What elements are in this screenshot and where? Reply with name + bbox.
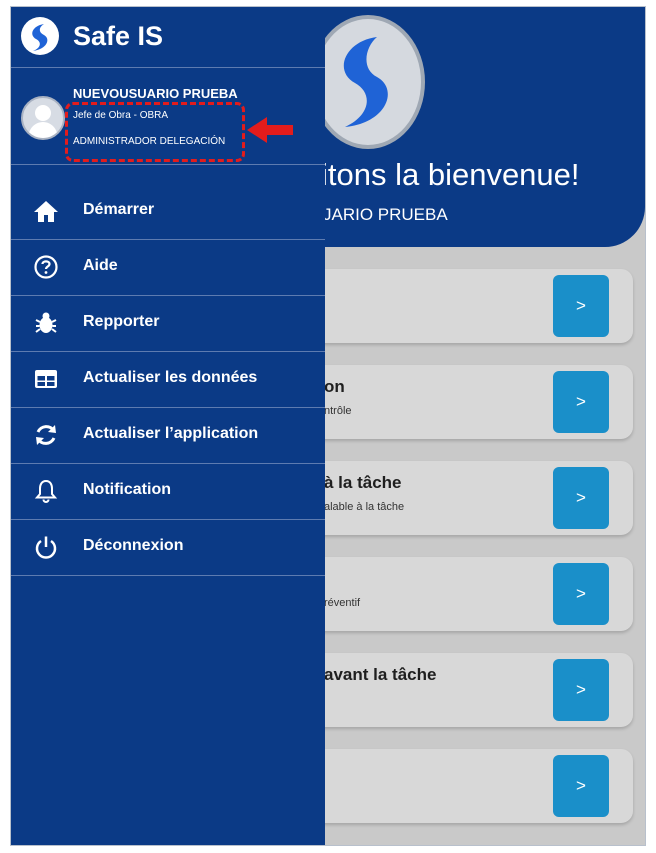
menu-item-label: Aide [83, 257, 118, 274]
card-open-button[interactable]: > [553, 755, 609, 817]
user-name: NUEVOUSUARIO PRUEBA [73, 86, 238, 101]
menu-item-label: Repporter [83, 313, 160, 330]
card-open-button[interactable]: > [553, 659, 609, 721]
menu-item-help[interactable]: Aide [11, 240, 325, 296]
menu-item-refresh-app[interactable]: Actualiser l’application [11, 408, 325, 464]
menu-item-label: Actualiser les données [83, 369, 258, 386]
card-subtitle: ntrôle [324, 405, 352, 417]
menu-item-label: Démarrer [83, 201, 155, 218]
drawer-brand: Safe IS [11, 7, 325, 68]
drawer-menu: Démarrer Aide Repporter Actualiser les d… [11, 184, 325, 576]
menu-item-label: Actualiser l’application [83, 425, 259, 442]
bell-icon [34, 479, 58, 503]
refresh-icon [36, 425, 56, 445]
navigation-drawer: Safe IS NUEVOUSUARIO PRUEBA Jefe de Obra… [11, 7, 325, 845]
card-title: avant la tâche [324, 665, 437, 684]
help-icon [34, 255, 58, 279]
app-screen: itons la bienvenue! JARIO PRUEBA > on nt… [10, 6, 646, 846]
welcome-title: itons la bienvenue! [321, 157, 580, 192]
avatar [21, 96, 65, 140]
menu-item-label: Déconnexion [83, 537, 184, 554]
menu-item-start[interactable]: Démarrer [11, 184, 325, 240]
table-icon [35, 370, 57, 388]
welcome-user-name: JARIO PRUEBA [323, 205, 448, 224]
card-open-button[interactable]: > [553, 275, 609, 337]
brand-name: Safe IS [73, 21, 164, 51]
card-open-button[interactable]: > [553, 467, 609, 529]
annotation-highlight-box [65, 102, 245, 162]
card-subtitle: alable à la tâche [324, 501, 405, 513]
card-subtitle: réventif [324, 597, 361, 609]
home-icon [34, 201, 58, 222]
app-logo [311, 15, 425, 149]
menu-item-report[interactable]: Repporter [11, 296, 325, 352]
bug-icon [35, 312, 57, 333]
menu-item-label: Notification [83, 481, 171, 498]
brand-logo-icon [21, 17, 59, 55]
card-title: on [324, 377, 345, 396]
menu-item-notification[interactable]: Notification [11, 464, 325, 520]
card-open-button[interactable]: > [553, 563, 609, 625]
card-title: à la tâche [324, 473, 402, 492]
power-icon [35, 536, 57, 559]
menu-item-logout[interactable]: Déconnexion [11, 520, 325, 576]
card-open-button[interactable]: > [553, 371, 609, 433]
menu-item-refresh-data[interactable]: Actualiser les données [11, 352, 325, 408]
annotation-arrow-icon [247, 117, 293, 143]
